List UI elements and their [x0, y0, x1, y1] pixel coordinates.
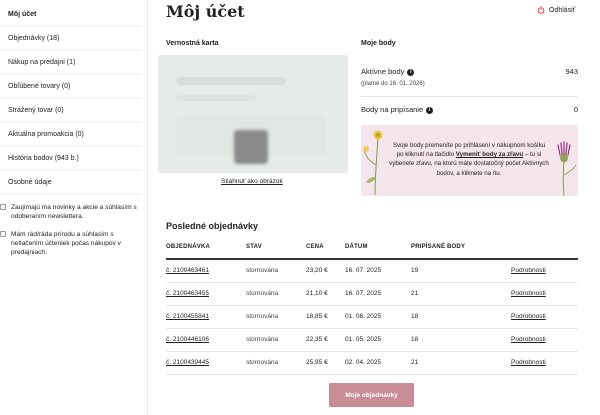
- order-status: stornována: [246, 313, 279, 320]
- loyalty-card-title: Vernostná karta: [166, 40, 219, 47]
- recent-orders-title: Posledné objednávky: [166, 221, 259, 231]
- column-header-order: OBJEDNÁVKA: [166, 244, 211, 250]
- no-receipt-consent-label: Mám rád/ráda prírodu a súhlasím s netlač…: [11, 231, 121, 256]
- download-card-link[interactable]: Stiahnuť ako obrázok: [221, 178, 283, 185]
- order-link[interactable]: č. 2100463461: [166, 267, 209, 274]
- active-points-value: 943: [565, 67, 578, 76]
- order-details-link[interactable]: Podrobnosti: [511, 359, 546, 366]
- points-divider: [361, 96, 578, 97]
- logout-link[interactable]: Odhlásiť: [537, 6, 575, 14]
- sidebar-item-label: Nákup na predajni (1): [8, 59, 76, 66]
- loyalty-card-image: [158, 55, 348, 173]
- order-points: 19: [411, 267, 419, 274]
- order-details-link[interactable]: Podrobnosti: [511, 313, 546, 320]
- column-header-price: CENA: [306, 244, 324, 250]
- sidebar-item-favorites[interactable]: Obľúbené tovary (0): [0, 75, 140, 99]
- order-link[interactable]: č. 2100439445: [166, 359, 209, 366]
- points-validity: (platné do 16. 01. 2026): [361, 81, 425, 87]
- order-points: 21: [411, 359, 419, 366]
- order-price: 23,20 €: [306, 267, 328, 274]
- sidebar-item-promo[interactable]: Aktuálna promoakcia (0): [0, 123, 140, 147]
- my-orders-button[interactable]: Moje objednávky: [329, 383, 414, 407]
- order-status: stornována: [246, 267, 279, 274]
- order-link[interactable]: č. 2100455841: [166, 313, 209, 320]
- order-link[interactable]: č. 2100446106: [166, 336, 209, 343]
- points-promo-text: Svoje body premeníte po prihlásení v nák…: [389, 142, 549, 177]
- order-price: 21,10 €: [306, 290, 328, 297]
- points-title: Moje body: [361, 40, 396, 47]
- points-promo-box: Svoje body premeníte po prihlásení v nák…: [361, 125, 578, 196]
- pending-points-value: 0: [573, 105, 578, 114]
- order-date: 02. 04. 2025: [345, 359, 382, 366]
- order-price: 22,35 €: [306, 336, 328, 343]
- active-points-row: Aktívne body i 943: [361, 67, 578, 76]
- account-sidebar: Môj účet Objednávky (18) Nákup na predaj…: [0, 0, 148, 415]
- redeem-points-link[interactable]: Vymeniť body za zľavu: [456, 151, 523, 158]
- logout-label: Odhlásiť: [549, 6, 576, 14]
- order-price: 18,85 €: [306, 313, 328, 320]
- order-details-link[interactable]: Podrobnosti: [511, 290, 546, 297]
- sidebar-item-label: Objednávky (18): [8, 35, 60, 42]
- no-receipt-checkbox[interactable]: [0, 231, 6, 237]
- sidebar-item-watched[interactable]: Strážený tovar (0): [0, 99, 140, 123]
- no-receipt-consent[interactable]: Mám rád/ráda prírodu a súhlasím s netlač…: [0, 230, 145, 257]
- column-header-status: STAV: [246, 244, 262, 250]
- sidebar-item-label: História bodov (943 b.): [8, 155, 79, 162]
- table-row: č. 2100446106 stornována 22,35 € 01. 05.…: [166, 329, 578, 352]
- order-status: stornována: [246, 359, 279, 366]
- order-points: 18: [411, 336, 419, 343]
- pending-points-row: Body na pripísanie i 0: [361, 105, 578, 114]
- table-row: č. 2100463461 stornována 23,20 € 16. 07.…: [166, 260, 578, 283]
- sidebar-item-label: Strážený tovar (0): [8, 107, 64, 114]
- sidebar-item-label: Môj účet: [8, 11, 37, 18]
- active-points-label: Aktívne body: [361, 67, 405, 76]
- order-date: 16. 07. 2025: [345, 267, 382, 274]
- barcode-blurred: [234, 130, 268, 164]
- order-status: stornována: [246, 290, 279, 297]
- sidebar-item-orders[interactable]: Objednávky (18): [0, 27, 140, 51]
- thistle-illustration-right: [557, 141, 577, 196]
- sidebar-item-personal-data[interactable]: Osobné údaje: [0, 171, 140, 195]
- order-points: 21: [411, 290, 419, 297]
- newsletter-checkbox[interactable]: [0, 204, 6, 210]
- order-date: 01. 06. 2025: [345, 313, 382, 320]
- order-status: stornována: [246, 336, 279, 343]
- power-icon: [537, 6, 545, 14]
- order-link[interactable]: č. 2100463455: [166, 290, 209, 297]
- sidebar-item-label: Aktuálna promoakcia (0): [8, 131, 84, 138]
- column-header-points: PRIPÍSANÉ BODY: [411, 244, 466, 250]
- page-title: Môj účet: [166, 2, 245, 21]
- sidebar-item-label: Osobné údaje: [8, 179, 52, 186]
- column-header-date: DÁTUM: [345, 244, 368, 250]
- table-row: č. 2100439445 stornována 25,95 € 02. 04.…: [166, 352, 578, 375]
- sidebar-item-points-history[interactable]: História bodov (943 b.): [0, 147, 140, 171]
- order-details-link[interactable]: Podrobnosti: [511, 267, 546, 274]
- info-icon[interactable]: i: [426, 106, 434, 114]
- info-icon[interactable]: i: [407, 68, 415, 76]
- order-date: 01. 05. 2025: [345, 336, 382, 343]
- sidebar-item-store-purchase[interactable]: Nákup na predajni (1): [0, 51, 140, 75]
- sidebar-item-label: Obľúbené tovary (0): [8, 83, 71, 90]
- order-date: 16. 07. 2025: [345, 290, 382, 297]
- order-details-link[interactable]: Podrobnosti: [511, 336, 546, 343]
- newsletter-consent-label: Zaujímajú ma novinky a akcie a súhlasím …: [11, 204, 137, 220]
- table-row: č. 2100455841 stornována 18,85 € 01. 06.…: [166, 306, 578, 329]
- order-price: 25,95 €: [306, 359, 328, 366]
- newsletter-consent[interactable]: Zaujímajú ma novinky a akcie a súhlasím …: [0, 203, 145, 221]
- sidebar-item-my-account[interactable]: Môj účet: [0, 3, 140, 27]
- flower-illustration-left: [363, 130, 383, 196]
- pending-points-label: Body na pripísanie: [361, 105, 424, 114]
- order-points: 18: [411, 313, 419, 320]
- table-row: č. 2100463455 stornována 21,10 € 16. 07.…: [166, 283, 578, 306]
